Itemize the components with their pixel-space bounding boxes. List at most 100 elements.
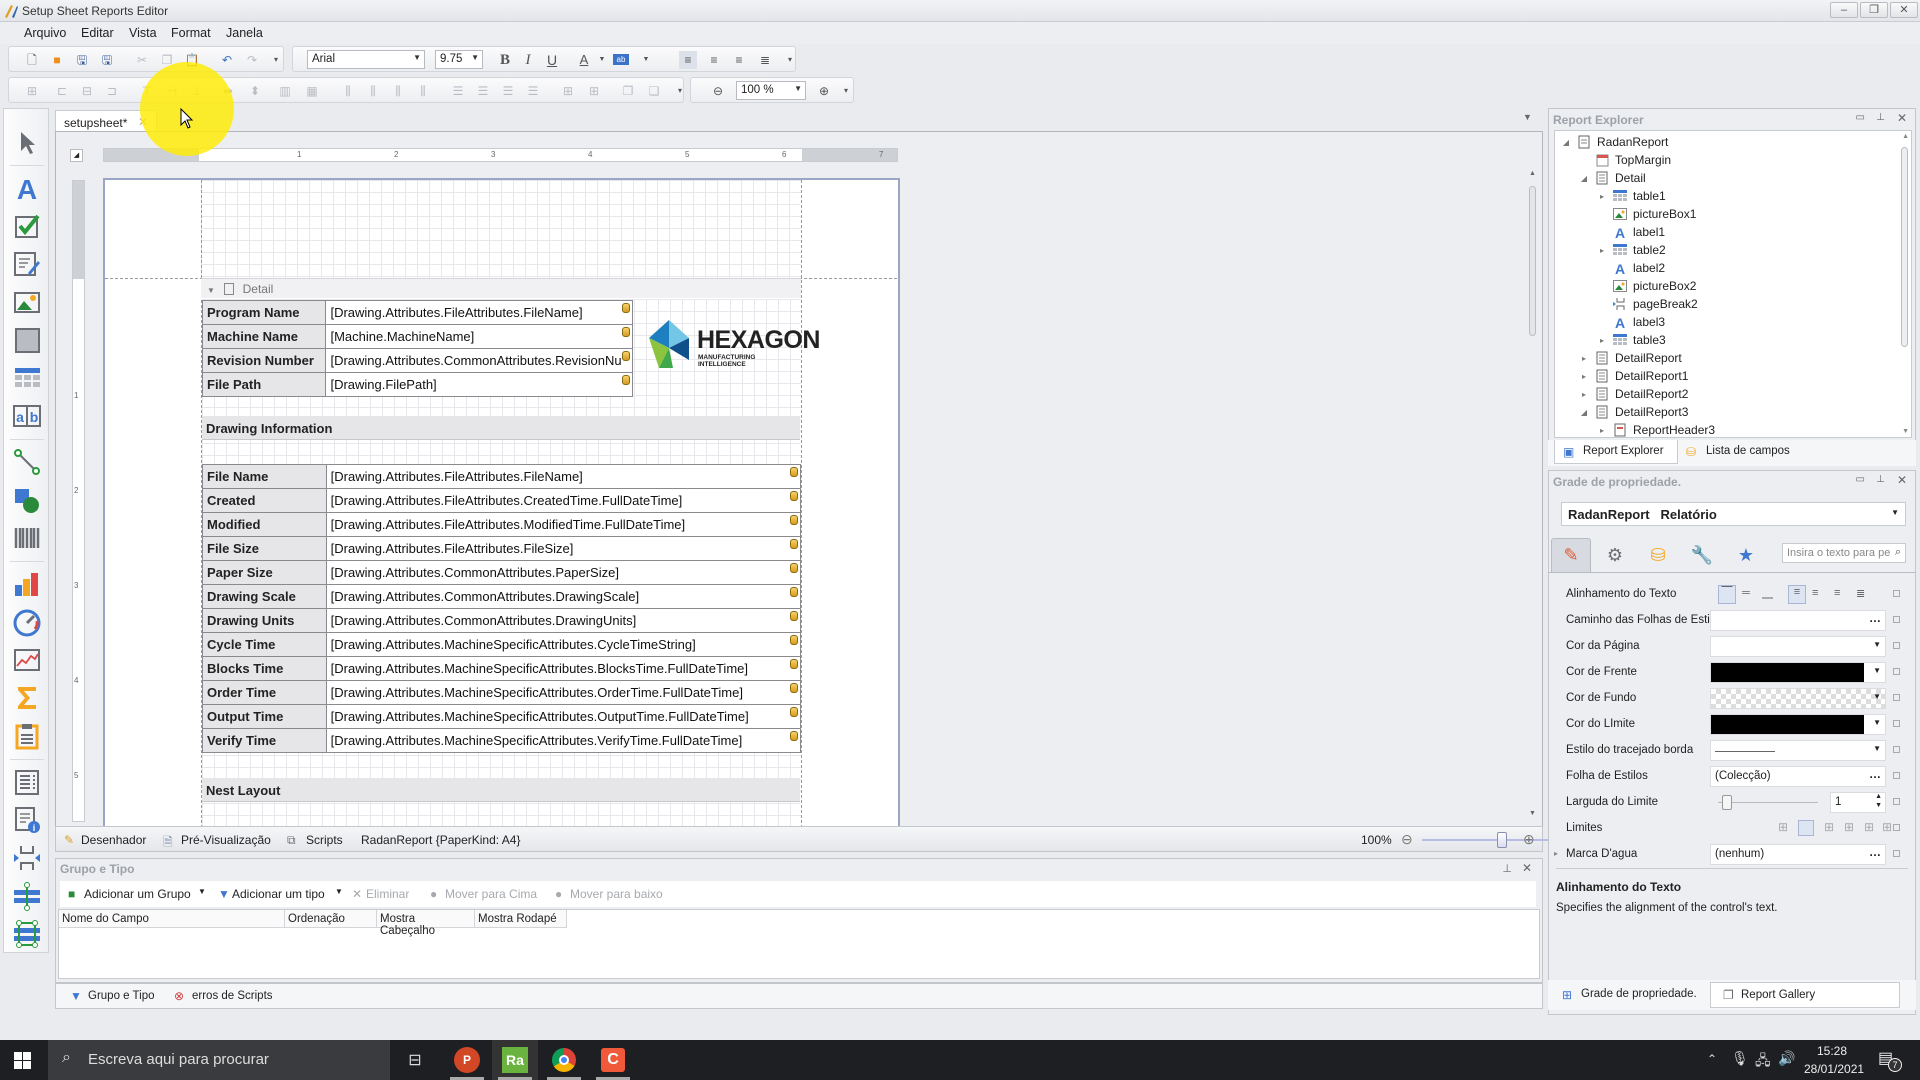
taskbar-search-input[interactable]: ⌕ Escreva aqui para procurar <box>48 1040 390 1080</box>
table-row[interactable]: Drawing Scale [Drawing.Attributes.CommonA… <box>202 584 802 609</box>
table-tool[interactable] <box>10 361 44 395</box>
panel-tool[interactable] <box>10 323 44 357</box>
scroll-down-icon[interactable]: ▼ <box>1902 428 1909 435</box>
maximize-panel-icon[interactable]: ▭ <box>1856 474 1865 485</box>
tree-node[interactable]: ▸ ReportHeader3 <box>1597 421 1715 439</box>
add-group-button[interactable]: Adicionar um Grupo <box>84 887 191 901</box>
chevron-down-icon[interactable]: ▼ <box>637 51 655 69</box>
property-row[interactable]: Limites ⊞ ⊞ ⊞ ⊞ ⊞ <box>1548 816 1916 842</box>
close-panel-icon[interactable]: ✕ <box>1897 111 1907 125</box>
pointer-tool[interactable] <box>10 125 44 159</box>
align-center-icon[interactable]: ≡ <box>705 51 723 69</box>
table-row[interactable]: Blocks Time [Drawing.Attributes.MachineSp… <box>202 656 802 681</box>
property-row[interactable]: Larguda do Limite 1 ▲ ▼ <box>1548 790 1916 816</box>
align-top-icon[interactable]: ⎺ <box>1718 585 1736 604</box>
row-label-cell[interactable]: Output Time <box>202 704 327 729</box>
property-row[interactable]: Cor de Fundo ▼ <box>1548 686 1916 712</box>
font-color-button[interactable]: A <box>575 51 593 69</box>
cross-band-box-tool[interactable] <box>10 917 44 951</box>
table-row[interactable]: Created [Drawing.Attributes.FileAttribute… <box>202 488 802 513</box>
expand-icon[interactable]: ▸ <box>1579 390 1589 399</box>
row-label-cell[interactable]: Cycle Time <box>202 632 327 657</box>
save-all-icon[interactable]: 🖫 <box>98 51 116 69</box>
row-label-cell[interactable]: Modified <box>202 512 327 537</box>
data-binding-icon[interactable] <box>790 731 798 741</box>
sparkline-tool[interactable] <box>10 643 44 677</box>
property-value-editor[interactable]: ▼ <box>1710 740 1886 761</box>
row-value-cell[interactable]: [Machine.MachineName] <box>325 324 633 349</box>
reset-property-icon[interactable] <box>1893 720 1900 727</box>
tab-preview[interactable]: Pré-Visualização <box>181 833 271 847</box>
row-label-cell[interactable]: Revision Number <box>201 348 327 373</box>
task-view-button[interactable]: ⊟ <box>392 1040 438 1080</box>
tree-node[interactable]: ▸ table1 <box>1597 187 1666 205</box>
scrollbar-thumb[interactable] <box>1901 147 1908 347</box>
reset-property-icon[interactable] <box>1893 616 1900 623</box>
volume-icon[interactable]: 🔊 <box>1778 1050 1795 1067</box>
tree-node[interactable]: ◢ DetailReport3 <box>1579 403 1688 421</box>
reset-property-icon[interactable] <box>1893 798 1900 805</box>
tree-node[interactable]: ▸ DetailReport1 <box>1579 367 1688 385</box>
font-name-combo[interactable]: Arial ▼ <box>307 50 425 69</box>
property-search-input[interactable]: Insira o texto para pe ⌕ <box>1782 543 1906 563</box>
property-value-editor[interactable]: ▼ <box>1710 662 1886 683</box>
expand-icon[interactable]: ▸ <box>1597 246 1607 255</box>
chevron-down-icon[interactable]: ▼ <box>1873 744 1881 753</box>
toolbar-overflow-icon[interactable]: ▾ <box>781 51 799 69</box>
rich-text-tool[interactable] <box>10 247 44 281</box>
tab-data[interactable]: ⛁ <box>1638 538 1678 572</box>
label-tool[interactable]: A <box>10 171 44 205</box>
move-down-button[interactable]: Mover para baixo <box>570 887 663 901</box>
tab-property-grid[interactable]: Grade de propriedade. <box>1581 988 1697 1000</box>
tab-field-list[interactable]: Lista de campos <box>1706 445 1790 457</box>
property-row[interactable]: Alinhamento do Texto ⎺ ═ ⎽ ≡ ≡ ≡ ≣ <box>1548 582 1916 608</box>
underline-button[interactable]: U <box>543 51 561 69</box>
property-value-editor[interactable]: ▼ <box>1710 688 1886 709</box>
tab-design[interactable]: 🔧 <box>1682 538 1722 572</box>
property-row[interactable]: Caminho das Folhas de Estilo… <box>1548 608 1916 634</box>
row-value-cell[interactable]: [Drawing.Attributes.CommonAttributes.Dra… <box>325 608 802 633</box>
reset-property-icon[interactable] <box>1893 590 1900 597</box>
v-spacing-increase-icon[interactable]: ☰ <box>474 82 492 100</box>
tree-node[interactable]: pictureBox2 <box>1597 277 1696 295</box>
group-grid[interactable]: Nome do Campo Ordenação Mostra Cabeçalho… <box>58 909 1540 979</box>
page-info-tool[interactable] <box>10 719 44 753</box>
data-binding-icon[interactable] <box>790 587 798 597</box>
table-row[interactable]: Machine Name [Machine.MachineName] <box>201 324 633 349</box>
tree-node[interactable]: ◢ Detail <box>1579 169 1646 187</box>
align-right-icon[interactable]: ≡ <box>1834 587 1840 599</box>
row-value-cell[interactable]: [Drawing.Attributes.MachineSpecificAttri… <box>325 728 802 753</box>
tree-node[interactable]: Alabel3 <box>1597 313 1665 331</box>
table-row[interactable]: Output Time [Drawing.Attributes.MachineSp… <box>202 704 802 729</box>
expand-icon[interactable]: ▸ <box>1554 849 1558 858</box>
scroll-down-icon[interactable]: ▼ <box>1529 810 1536 817</box>
reset-property-icon[interactable] <box>1893 668 1900 675</box>
zoom-out-icon[interactable]: ⊖ <box>709 82 727 100</box>
line-tool[interactable] <box>10 445 44 479</box>
row-label-cell[interactable]: Drawing Scale <box>202 584 327 609</box>
scrollbar-thumb[interactable] <box>1529 186 1536 336</box>
property-row[interactable]: Estilo do tracejado borda ▼ <box>1548 738 1916 764</box>
row-value-cell[interactable]: [Drawing.Attributes.CommonAttributes.Dra… <box>325 584 802 609</box>
zoom-in-icon[interactable]: ⊕ <box>815 82 833 100</box>
reset-property-icon[interactable] <box>1893 850 1900 857</box>
property-value-editor[interactable]: (Colecção)… <box>1710 766 1886 787</box>
tab-report-gallery[interactable]: ❐ Report Gallery <box>1710 982 1900 1008</box>
italic-button[interactable]: I <box>519 51 537 69</box>
close-panel-icon[interactable]: ✕ <box>1897 473 1907 487</box>
expand-icon[interactable]: ▸ <box>1579 354 1589 363</box>
data-binding-icon[interactable] <box>790 659 798 669</box>
column-header[interactable]: Mostra Rodapé <box>475 910 567 928</box>
data-binding-icon[interactable] <box>622 351 630 361</box>
property-value-editor[interactable]: ▼ <box>1710 714 1886 735</box>
row-value-cell[interactable]: [Drawing.Attributes.FileAttributes.FileN… <box>325 464 802 489</box>
border-all-icon[interactable] <box>1798 820 1814 836</box>
tree-node[interactable]: ◢ RadanReport <box>1561 133 1668 151</box>
row-label-cell[interactable]: Order Time <box>202 680 327 705</box>
h-spacing-remove-icon[interactable]: ⫼ <box>414 82 432 100</box>
tree-node[interactable]: pageBreak2 <box>1597 295 1698 313</box>
ellipsis-button[interactable]: … <box>1869 611 1881 625</box>
border-bottom-icon[interactable]: ⊞ <box>1882 820 1892 834</box>
header-table[interactable]: Program Name [Drawing.Attributes.FileAttr… <box>201 300 633 397</box>
ruler-corner-button[interactable]: ◢ <box>70 149 83 162</box>
